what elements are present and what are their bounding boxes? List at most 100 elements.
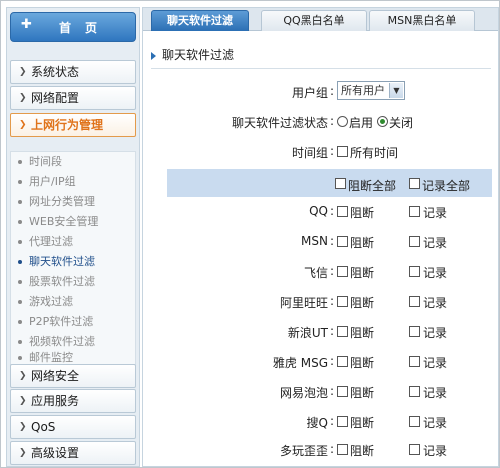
record-all-checkbox[interactable] [409,178,420,189]
app-name: 飞信 [303,266,328,280]
row-time-group: 时间组 : 所有时间 [291,144,399,160]
sidebar-item-label: 网络配置 [31,91,80,105]
app-row-qq: QQ: 阻断 记录 [309,204,448,220]
block-checkbox[interactable] [337,236,348,247]
chevron-right-icon: ❯ [19,93,27,103]
record-checkbox[interactable] [409,356,420,367]
block-checkbox[interactable] [337,206,348,217]
tab-qq-list[interactable]: QQ黑白名单 [261,10,367,31]
user-group-select[interactable]: 所有用户 ▼ [337,81,405,100]
tab-bar: 聊天软件过滤 QQ黑白名单 MSN黑白名单 [143,8,498,31]
app-row-sohu-q: 搜Q: 阻断 记录 [306,414,448,430]
sidebar-item-system-status[interactable]: ❯ 系统状态 [10,60,136,84]
enable-radio[interactable] [337,116,348,127]
chevron-right-icon: ❯ [19,371,27,381]
sidebar-item-app-services[interactable]: ❯ 应用服务 [10,389,136,413]
app-name: 阿里旺旺 [279,296,328,310]
submenu-item-time-period[interactable]: 时间段 [11,152,135,172]
app-name: 雅虎 MSG [272,356,328,370]
bullet-icon [18,340,22,344]
main-panel: 聊天软件过滤 QQ黑白名单 MSN黑白名单 聊天软件过滤 用户组 : 所有用户 … [142,7,499,467]
record-checkbox[interactable] [409,444,420,455]
submenu-item-proxy-filter[interactable]: 代理过滤 [11,232,135,252]
app-name: 新浪UT [287,326,328,340]
block-checkbox[interactable] [337,356,348,367]
bullet-icon [18,320,22,324]
bullet-icon [18,300,22,304]
bullet-icon [18,356,22,360]
submenu-item-game-filter[interactable]: 游戏过滤 [11,292,135,312]
bullet-icon [18,260,22,264]
tab-msn-list[interactable]: MSN黑白名单 [369,10,475,31]
record-checkbox[interactable] [409,326,420,337]
plus-icon: ✚ [21,17,32,32]
sidebar-item-advanced-settings[interactable]: ❯ 高级设置 [10,441,136,465]
chevron-right-icon: ❯ [19,120,27,130]
sidebar-item-behavior-management[interactable]: ❯ 上网行为管理 [10,113,136,137]
submenu-item-mail-monitor[interactable]: 邮件监控 [11,352,135,364]
chevron-right-icon: ❯ [19,422,27,432]
section-title: 聊天软件过滤 [151,46,234,63]
app-name: 多玩歪歪 [279,444,328,458]
submenu-item-chat-filter[interactable]: 聊天软件过滤 [11,252,135,272]
sidebar-item-network-config[interactable]: ❯ 网络配置 [10,86,136,110]
triangle-icon [151,51,156,60]
disable-radio[interactable] [377,116,388,127]
app-row-duowan-yy: 多玩歪歪: 阻断 记录 [279,442,448,458]
block-checkbox[interactable] [337,296,348,307]
window-frame: ✚ 首页 ❯ 系统状态 ❯ 网络配置 ❯ 上网行为管理 时间段 用户/IP组 网… [0,0,500,468]
row-filter-status: 聊天软件过滤状态 : 启用 关闭 [231,114,414,130]
submenu-item-user-ip-group[interactable]: 用户/IP组 [11,172,135,192]
app-name: 搜Q [306,416,328,430]
block-checkbox[interactable] [337,416,348,427]
row-user-group: 用户组 : 所有用户 ▼ [143,78,498,104]
app-name: QQ [309,204,328,218]
bullet-icon [18,280,22,284]
submenu-item-p2p-filter[interactable]: P2P软件过滤 [11,312,135,332]
chevron-right-icon: ❯ [19,396,27,406]
sidebar-item-label: 上网行为管理 [31,118,104,132]
chevron-right-icon: ❯ [19,67,27,77]
divider [151,68,491,69]
record-checkbox[interactable] [409,416,420,427]
app-row-yahoo-msg: 雅虎 MSG: 阻断 记录 [272,354,448,370]
bullet-icon [18,200,22,204]
app-row-aliwangwang: 阿里旺旺: 阻断 记录 [279,294,448,310]
record-checkbox[interactable] [409,236,420,247]
block-checkbox[interactable] [337,266,348,277]
submenu-item-url-category[interactable]: 网址分类管理 [11,192,135,212]
sidebar-item-network-security[interactable]: ❯ 网络安全 [10,364,136,388]
sidebar-item-label: 系统状态 [31,65,80,79]
submenu: 时间段 用户/IP组 网址分类管理 WEB安全管理 代理过滤 聊天软件过滤 股票… [10,151,136,365]
app-name: 网易泡泡 [279,386,328,400]
block-checkbox[interactable] [337,326,348,337]
chevron-right-icon: ❯ [19,448,27,458]
sidebar-item-label: 网络安全 [31,369,80,383]
record-checkbox[interactable] [409,386,420,397]
block-checkbox[interactable] [337,444,348,455]
tab-chat-filter[interactable]: 聊天软件过滤 [151,10,249,31]
sidebar-item-label: 高级设置 [31,446,80,460]
record-checkbox[interactable] [409,266,420,277]
sidebar: ✚ 首页 ❯ 系统状态 ❯ 网络配置 ❯ 上网行为管理 时间段 用户/IP组 网… [6,7,140,467]
home-button[interactable]: ✚ 首页 [10,12,136,42]
home-label: 首页 [59,21,112,35]
app-row-netease-popo: 网易泡泡: 阻断 记录 [279,384,448,400]
block-checkbox[interactable] [337,386,348,397]
submenu-item-stock-filter[interactable]: 股票软件过滤 [11,272,135,292]
field-label: 用户组 [291,86,328,100]
sidebar-item-label: 应用服务 [31,394,80,408]
app-name: MSN [301,234,328,248]
record-checkbox[interactable] [409,296,420,307]
submenu-item-web-security[interactable]: WEB安全管理 [11,212,135,232]
select-all-bar: 阻断全部 记录全部 [167,169,492,197]
sidebar-item-qos[interactable]: ❯ QoS [10,415,136,439]
field-label: 时间组 [291,146,328,160]
time-group-checkbox[interactable] [337,146,348,157]
block-all-checkbox[interactable] [335,178,346,189]
record-checkbox[interactable] [409,206,420,217]
chevron-down-icon: ▼ [389,83,403,98]
sidebar-item-label: QoS [31,420,56,434]
submenu-item-video-filter[interactable]: 视频软件过滤 [11,332,135,352]
app-row-msn: MSN: 阻断 记录 [301,234,448,250]
